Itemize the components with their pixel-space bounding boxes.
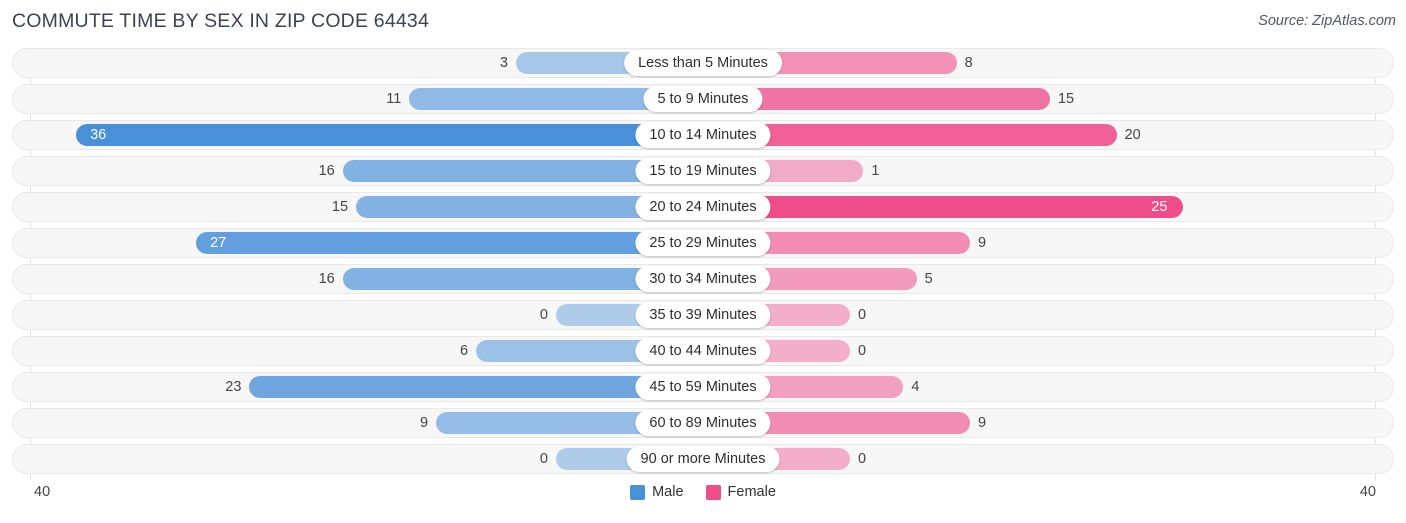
category-label: 35 to 39 Minutes bbox=[635, 302, 771, 328]
chart-legend: Male Female bbox=[0, 484, 1406, 500]
value-female: 4 bbox=[911, 379, 920, 395]
value-female: 9 bbox=[977, 415, 987, 431]
value-male: 3 bbox=[499, 55, 508, 71]
value-male: 0 bbox=[539, 307, 548, 323]
bar-male[interactable] bbox=[76, 124, 703, 146]
value-male: 6 bbox=[459, 343, 469, 359]
plot-area: 3 8 Less than 5 Minutes 11 15 5 to 9 Minutes 3… bbox=[0, 48, 1406, 480]
legend-label: Female bbox=[727, 484, 776, 500]
source-attribution: Source: ZipAtlas.com bbox=[1258, 13, 1396, 29]
legend-swatch-icon bbox=[705, 484, 721, 500]
value-male: 27 bbox=[210, 235, 227, 251]
chart-row: 3 8 Less than 5 Minutes bbox=[0, 48, 1406, 78]
legend-item[interactable]: Female bbox=[705, 484, 776, 500]
category-label: 45 to 59 Minutes bbox=[635, 374, 771, 400]
value-female: 5 bbox=[924, 271, 933, 287]
category-label: 30 to 34 Minutes bbox=[635, 266, 771, 292]
chart-row: 16 5 30 to 34 Minutes bbox=[0, 264, 1406, 294]
value-female: 0 bbox=[858, 307, 867, 323]
value-male: 16 bbox=[318, 271, 335, 287]
value-female: 1 bbox=[871, 163, 880, 179]
category-label: 10 to 14 Minutes bbox=[635, 122, 771, 148]
commute-time-chart: COMMUTE TIME BY SEX IN ZIP CODE 64434 So… bbox=[0, 0, 1406, 523]
value-male: 15 bbox=[331, 199, 349, 215]
category-label: 20 to 24 Minutes bbox=[635, 194, 771, 220]
category-label: Less than 5 Minutes bbox=[624, 50, 782, 76]
value-male: 16 bbox=[318, 163, 335, 179]
value-female: 25 bbox=[1151, 199, 1168, 215]
value-male: 11 bbox=[386, 91, 402, 107]
legend-label: Male bbox=[652, 484, 684, 500]
value-male: 0 bbox=[539, 451, 548, 467]
value-male: 9 bbox=[419, 415, 429, 431]
category-label: 60 to 89 Minutes bbox=[635, 410, 771, 436]
chart-row: 15 25 20 to 24 Minutes bbox=[0, 192, 1406, 222]
chart-row: 6 0 40 to 44 Minutes bbox=[0, 336, 1406, 366]
value-male: 23 bbox=[225, 379, 242, 395]
category-label: 15 to 19 Minutes bbox=[635, 158, 771, 184]
category-label: 90 or more Minutes bbox=[626, 446, 780, 472]
page-title: COMMUTE TIME BY SEX IN ZIP CODE 64434 bbox=[12, 10, 430, 32]
chart-row: 27 9 25 to 29 Minutes bbox=[0, 228, 1406, 258]
chart-row: 9 9 60 to 89 Minutes bbox=[0, 408, 1406, 438]
chart-row: 0 0 90 or more Minutes bbox=[0, 444, 1406, 474]
legend-item[interactable]: Male bbox=[630, 484, 684, 500]
value-female: 0 bbox=[858, 451, 867, 467]
value-female: 9 bbox=[977, 235, 987, 251]
category-label: 25 to 29 Minutes bbox=[635, 230, 771, 256]
chart-row: 11 15 5 to 9 Minutes bbox=[0, 84, 1406, 114]
legend-swatch-icon bbox=[630, 484, 646, 500]
bar-female[interactable] bbox=[703, 196, 1184, 218]
chart-row: 23 4 45 to 59 Minutes bbox=[0, 372, 1406, 402]
value-male: 36 bbox=[90, 127, 107, 143]
category-label: 5 to 9 Minutes bbox=[643, 86, 763, 112]
category-label: 40 to 44 Minutes bbox=[635, 338, 771, 364]
value-female: 15 bbox=[1057, 91, 1075, 107]
chart-row: 36 20 10 to 14 Minutes bbox=[0, 120, 1406, 150]
value-female: 8 bbox=[964, 55, 973, 71]
chart-row: 16 1 15 to 19 Minutes bbox=[0, 156, 1406, 186]
chart-row: 0 0 35 to 39 Minutes bbox=[0, 300, 1406, 330]
value-female: 20 bbox=[1124, 127, 1141, 143]
bar-male[interactable] bbox=[196, 232, 703, 254]
value-female: 0 bbox=[858, 343, 867, 359]
